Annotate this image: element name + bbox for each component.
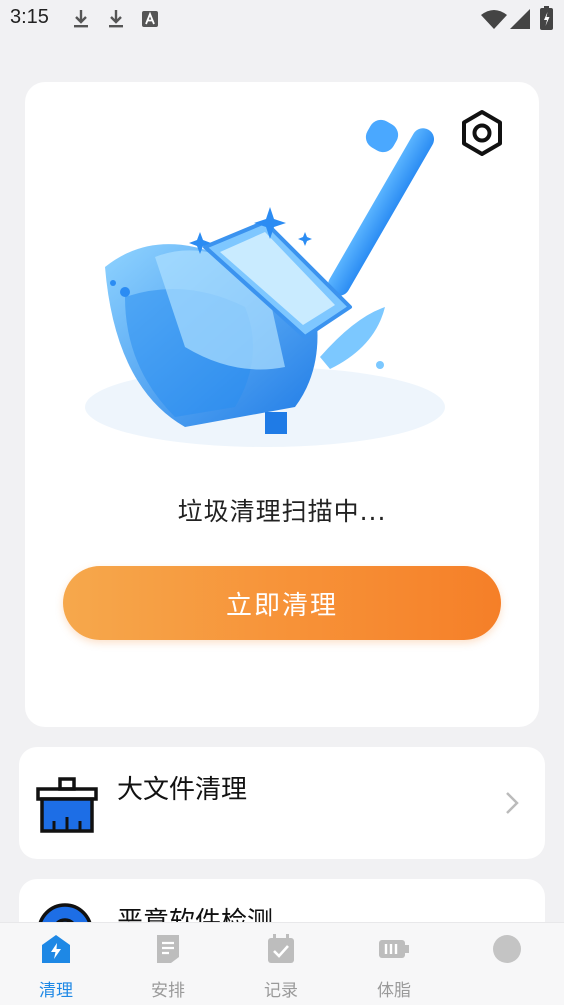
wifi-icon [481,10,507,29]
font-app-icon [142,11,158,27]
tab-schedule[interactable]: 安排 [112,923,224,1005]
circle-icon [493,935,521,963]
calendar-check-icon [268,934,294,963]
tab-body-fat[interactable]: 体脂 [338,923,450,1005]
cleanup-bolt-icon [42,935,70,963]
cleanup-hero-card: 垃圾清理扫描中... 立即清理 [25,82,539,727]
scan-status-text: 垃圾清理扫描中... [177,497,387,526]
tab-label: 安排 [151,981,185,1001]
broom-brush-icon [36,777,98,833]
tab-records[interactable]: 记录 [225,923,337,1005]
tab-label: 清理 [39,981,73,1001]
tab-cleanup[interactable]: 清理 [0,923,112,1005]
bottom-navigation: 清理 安排 记录 体脂 [0,922,564,1005]
feature-label: 大文件清理 [117,775,248,805]
download-icon [74,10,88,28]
tab-label: 体脂 [377,981,411,1001]
battery-icon [379,940,409,958]
large-file-cleanup-card[interactable]: 大文件清理 [19,747,545,859]
blue-broom-illustration [85,119,445,447]
tab-fifth[interactable] [451,923,563,1005]
document-icon [157,935,179,963]
cell-signal-icon [510,9,530,29]
chevron-right-icon [506,792,519,814]
status-bar: 3:15 [0,0,564,40]
tab-label: 记录 [264,981,298,1001]
clean-now-button[interactable]: 立即清理 [63,566,501,640]
download-icon [109,10,123,28]
battery-charging-icon [540,6,553,30]
status-time: 3:15 [10,6,49,28]
